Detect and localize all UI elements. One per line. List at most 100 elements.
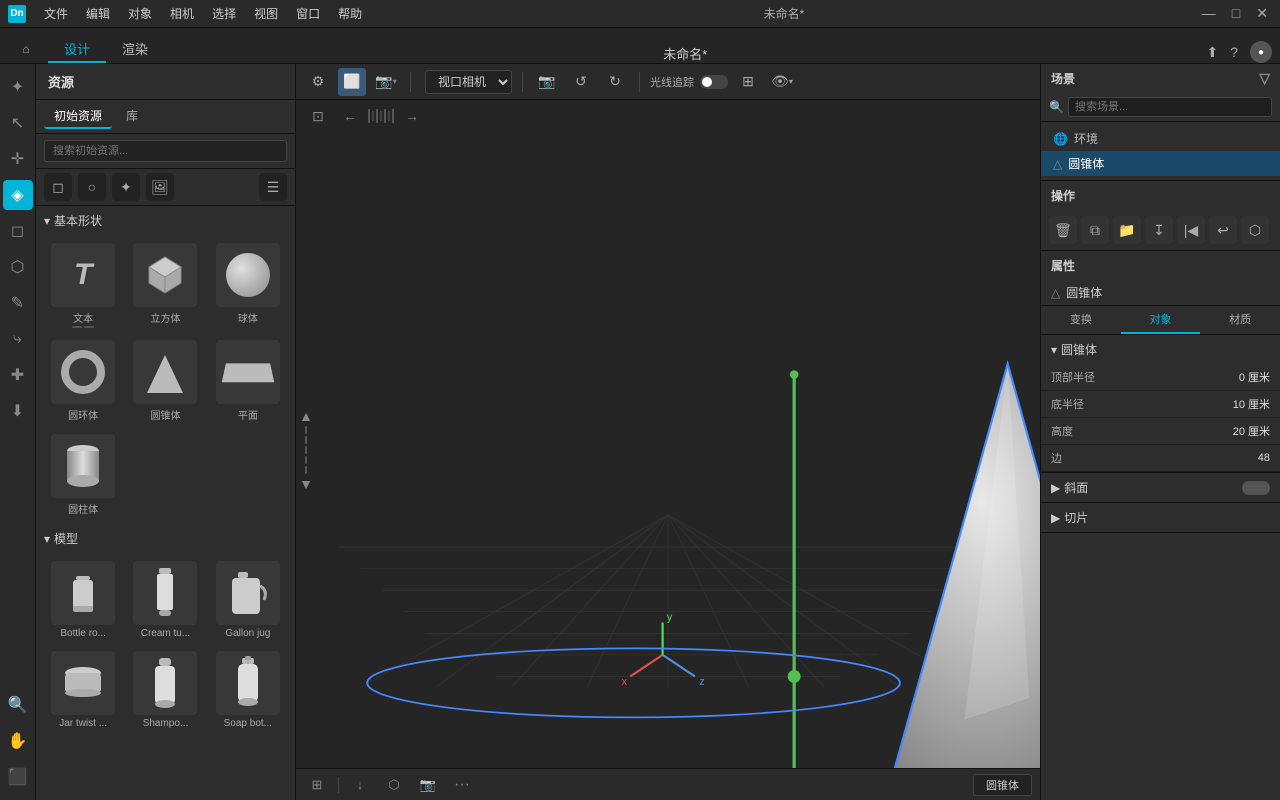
tool-move[interactable]: ✚ [3, 360, 33, 390]
asset-cube[interactable]: 立方体 [126, 239, 204, 332]
cone-group-header[interactable]: ▾ 圆锥体 [1041, 335, 1280, 364]
bottom-radius-value[interactable]: 10 厘米 [1131, 396, 1270, 412]
camera-select[interactable]: 视口相机 [425, 70, 512, 94]
raytrace-toggle[interactable] [700, 75, 728, 89]
more-options-icon[interactable]: ··· [449, 772, 475, 798]
align-icon[interactable]: ↧ [1145, 216, 1173, 244]
tool-history[interactable]: ⬛ [3, 762, 33, 792]
menu-object[interactable]: 对象 [120, 3, 160, 24]
menu-edit[interactable]: 编辑 [78, 3, 118, 24]
model-jar[interactable]: Jar twist ... [44, 647, 122, 733]
scene-filter-icon[interactable]: ▽ [1259, 70, 1270, 87]
sides-value[interactable]: 48 [1131, 452, 1270, 464]
home-tab[interactable]: ⌂ [8, 35, 44, 63]
fit-view-icon[interactable]: ⊡ [304, 102, 332, 130]
camera-status-icon[interactable]: 📷 [415, 772, 441, 798]
tool-hand[interactable]: ✋ [3, 726, 33, 756]
filter-list-view[interactable]: ☰ [259, 173, 287, 201]
asset-search-area [36, 134, 295, 169]
duplicate-icon[interactable]: ⧉ [1081, 216, 1109, 244]
tab-initial-assets[interactable]: 初始资源 [44, 104, 112, 129]
rotate-cw-icon[interactable]: ↩ [1209, 216, 1237, 244]
model-bottle[interactable]: Bottle ro... [44, 557, 122, 643]
first-frame-icon[interactable]: |◀ [1177, 216, 1205, 244]
menu-camera[interactable]: 相机 [162, 3, 202, 24]
viewport-camera-align[interactable]: 📷 ▾ [372, 68, 400, 96]
maximize-button[interactable]: □ [1228, 5, 1244, 22]
viewport-orbit-icon[interactable]: ↻ [601, 68, 629, 96]
asset-plane[interactable]: 平面 [209, 336, 287, 426]
share-icon[interactable]: ⬆ [1206, 44, 1218, 61]
asset-search-input[interactable] [44, 140, 287, 162]
height-value[interactable]: 20 厘米 [1131, 423, 1270, 439]
help-icon[interactable]: ? [1230, 44, 1238, 60]
tool-search[interactable]: 🔍 [3, 690, 33, 720]
soap-shape-icon [231, 656, 265, 710]
model-cream[interactable]: Cream tu... [126, 557, 204, 643]
minimize-button[interactable]: — [1198, 5, 1220, 22]
slice-group-header[interactable]: ▶ 切片 [1041, 503, 1280, 532]
model-soap[interactable]: Soap bot... [209, 647, 287, 733]
bevel-toggle[interactable] [1242, 481, 1270, 495]
render-camera-icon[interactable]: 📷 [533, 68, 561, 96]
eye-menu-btn[interactable]: 👁 ▾ [768, 68, 796, 96]
shape-icon[interactable]: ⬡ [381, 772, 407, 798]
scene-item-environment[interactable]: 🌐 环境 [1041, 126, 1280, 151]
filter-shape[interactable]: ◻ [44, 173, 72, 201]
filter-star[interactable]: ✦ [112, 173, 140, 201]
tab-design[interactable]: 设计 [48, 35, 106, 63]
scene-search-input[interactable] [1068, 97, 1272, 117]
menu-window[interactable]: 窗口 [288, 3, 328, 24]
asset-torus[interactable]: 圆环体 [44, 336, 122, 426]
asset-text[interactable]: T 文本 [44, 239, 122, 332]
tab-library[interactable]: 库 [116, 104, 148, 129]
status-sep1 [338, 777, 339, 793]
tab-object[interactable]: 对象 [1121, 306, 1201, 334]
model-gallon[interactable]: Gallon jug [209, 557, 287, 643]
cone-3d[interactable] [878, 364, 1040, 768]
viewport-solid-view[interactable]: ⬜ [338, 68, 366, 96]
tab-render[interactable]: 渲染 [106, 35, 164, 63]
tab-material[interactable]: 材质 [1200, 306, 1280, 334]
models-section[interactable]: ▾ 模型 [36, 524, 295, 553]
asset-sphere[interactable]: 球体 [209, 239, 287, 332]
user-avatar[interactable]: ● [1250, 41, 1272, 63]
slider-down-icon[interactable]: ▼ [299, 476, 313, 492]
menu-help[interactable]: 帮助 [330, 3, 370, 24]
viewport-rotate-icon[interactable]: ↺ [567, 68, 595, 96]
menu-select[interactable]: 选择 [204, 3, 244, 24]
asset-cylinder[interactable]: 圆柱体 [44, 430, 122, 520]
menu-file[interactable]: 文件 [36, 3, 76, 24]
next-frame-icon[interactable]: → [398, 102, 426, 130]
snap-icon[interactable]: ⊞ [304, 772, 330, 798]
menu-view[interactable]: 视图 [246, 3, 286, 24]
tool-brush[interactable]: ✎ [3, 288, 33, 318]
folder-icon[interactable]: 📁 [1113, 216, 1141, 244]
asset-cone[interactable]: 圆锥体 [126, 336, 204, 426]
filter-image[interactable]: 🖼 [146, 173, 174, 201]
tool-shapes[interactable]: ◈ [3, 180, 33, 210]
sphere-shape-icon [226, 253, 270, 297]
filter-circle[interactable]: ○ [78, 173, 106, 201]
tool-sculpt[interactable]: ⤷ [3, 324, 33, 354]
scene-item-cone[interactable]: △ 圆锥体 [1041, 151, 1280, 176]
model-shampoo[interactable]: Shampo... [126, 647, 204, 733]
close-button[interactable]: ✕ [1252, 5, 1272, 22]
slider-up-icon[interactable]: ▲ [299, 408, 313, 424]
tool-pull[interactable]: ⬇ [3, 396, 33, 426]
tab-transform[interactable]: 变换 [1041, 306, 1121, 334]
tool-object[interactable]: ◻ [3, 216, 33, 246]
prev-frame-icon[interactable]: ← [336, 102, 364, 130]
tool-transform[interactable]: ✛ [3, 144, 33, 174]
grid-icon[interactable]: ⊞ [734, 68, 762, 96]
viewport-settings-icon[interactable]: ⚙ [304, 68, 332, 96]
basic-shapes-section[interactable]: ▾ 基本形状 [36, 206, 295, 235]
import-icon[interactable]: ↓ [347, 772, 373, 798]
tool-paint[interactable]: ⬡ [3, 252, 33, 282]
tool-select[interactable]: ↖ [3, 108, 33, 138]
bevel-group-header[interactable]: ▶ 斜面 [1041, 473, 1280, 502]
delete-icon[interactable]: 🗑 [1049, 216, 1077, 244]
tool-add[interactable]: ✦ [3, 72, 33, 102]
top-radius-value[interactable]: 0 厘米 [1131, 369, 1270, 385]
material-icon[interactable]: ⬡ [1241, 216, 1269, 244]
